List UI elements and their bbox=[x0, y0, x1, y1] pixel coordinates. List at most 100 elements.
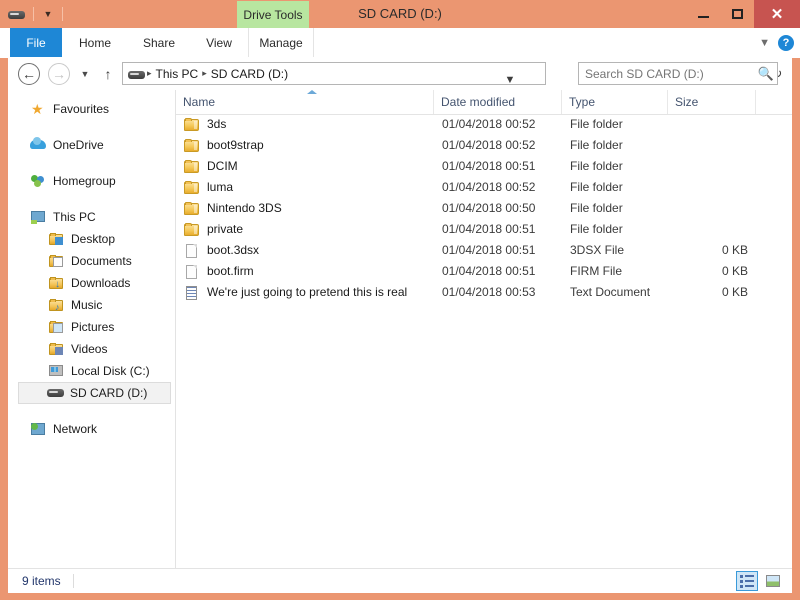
sidebar-item-label: OneDrive bbox=[53, 138, 104, 152]
network-icon bbox=[30, 421, 47, 437]
table-row[interactable]: boot.3dsx 01/04/2018 00:51 3DSX File 0 K… bbox=[176, 240, 792, 261]
table-row[interactable]: luma 01/04/2018 00:52 File folder bbox=[176, 177, 792, 198]
status-bar: 9 items bbox=[8, 568, 792, 593]
file-name-label: boot.firm bbox=[207, 261, 254, 282]
breadcrumb-item-sd-card[interactable]: SD CARD (D:) bbox=[208, 67, 291, 81]
close-button[interactable]: ✕ bbox=[754, 0, 800, 28]
file-type-cell: 3DSX File bbox=[570, 240, 624, 261]
minimize-button[interactable] bbox=[686, 0, 720, 28]
file-name-cell[interactable]: We're just going to pretend this is real bbox=[184, 282, 407, 303]
drive-icon bbox=[47, 385, 64, 401]
forward-button[interactable]: → bbox=[48, 63, 70, 85]
sidebar-item-label: Documents bbox=[71, 254, 132, 268]
file-name-cell[interactable]: boot9strap bbox=[184, 135, 264, 156]
file-name-cell[interactable]: private bbox=[184, 219, 243, 240]
tab-view[interactable]: View bbox=[190, 28, 248, 57]
computer-icon bbox=[30, 209, 47, 225]
sidebar-item-sd-card-d[interactable]: SD CARD (D:) bbox=[18, 382, 171, 404]
search-box[interactable]: 🔍 bbox=[578, 62, 778, 85]
tab-manage[interactable]: Manage bbox=[248, 28, 314, 57]
file-type-cell: Text Document bbox=[570, 282, 650, 303]
sidebar-item-label: Homegroup bbox=[53, 174, 116, 188]
large-icons-view-button[interactable] bbox=[762, 571, 784, 591]
sidebar-item-documents[interactable]: Documents bbox=[8, 250, 175, 272]
file-type-cell: File folder bbox=[570, 135, 623, 156]
cloud-icon bbox=[30, 137, 47, 153]
file-name-cell[interactable]: boot.3dsx bbox=[184, 240, 259, 261]
sidebar-item-label: This PC bbox=[53, 210, 96, 224]
sidebar-item-this-pc[interactable]: This PC bbox=[8, 206, 175, 228]
folder-music-icon: ♪ bbox=[48, 297, 65, 313]
sidebar-item-label: Desktop bbox=[71, 232, 115, 246]
sidebar-item-pictures[interactable]: Pictures bbox=[8, 316, 175, 338]
search-icon[interactable]: 🔍 bbox=[755, 66, 777, 82]
file-date-cell: 01/04/2018 00:52 bbox=[442, 135, 535, 156]
star-icon: ★ bbox=[30, 101, 47, 117]
tab-share[interactable]: Share bbox=[128, 28, 190, 57]
sidebar-item-label: Downloads bbox=[71, 276, 130, 290]
title-bar: ▼ SD CARD (D:) ✕ bbox=[0, 0, 800, 28]
breadcrumb[interactable]: ▸ This PC ▸ SD CARD (D:) ▼ bbox=[122, 62, 546, 85]
homegroup-icon bbox=[30, 173, 47, 189]
column-headers: Name Date modified Type Size bbox=[176, 90, 792, 115]
tab-home[interactable]: Home bbox=[62, 28, 128, 57]
table-row[interactable]: boot.firm 01/04/2018 00:51 FIRM File 0 K… bbox=[176, 261, 792, 282]
table-row[interactable]: private 01/04/2018 00:51 File folder bbox=[176, 219, 792, 240]
table-row[interactable]: boot9strap 01/04/2018 00:52 File folder bbox=[176, 135, 792, 156]
sidebar-item-network[interactable]: Network bbox=[8, 418, 175, 440]
generic-file-icon bbox=[184, 264, 200, 280]
sidebar-item-downloads[interactable]: ↓ Downloads bbox=[8, 272, 175, 294]
recent-locations-button[interactable]: ▼ bbox=[76, 63, 94, 85]
sidebar-item-videos[interactable]: Videos bbox=[8, 338, 175, 360]
column-header-size[interactable]: Size bbox=[668, 90, 756, 114]
file-date-cell: 01/04/2018 00:52 bbox=[442, 177, 535, 198]
sidebar-item-music[interactable]: ♪ Music bbox=[8, 294, 175, 316]
chevron-down-icon[interactable]: ▼ bbox=[759, 37, 770, 49]
status-divider bbox=[73, 574, 74, 588]
file-type-cell: File folder bbox=[570, 219, 623, 240]
explorer-window: ▼ SD CARD (D:) ✕ Drive Tools File Home S… bbox=[0, 0, 800, 600]
folder-desktop-icon bbox=[48, 231, 65, 247]
maximize-button[interactable] bbox=[720, 0, 754, 28]
table-row[interactable]: DCIM 01/04/2018 00:51 File folder bbox=[176, 156, 792, 177]
sidebar-item-favourites[interactable]: ★ Favourites bbox=[8, 98, 175, 120]
file-name-cell[interactable]: boot.firm bbox=[184, 261, 254, 282]
file-name-cell[interactable]: DCIM bbox=[184, 156, 238, 177]
search-input[interactable] bbox=[579, 66, 755, 82]
sidebar-item-homegroup[interactable]: Homegroup bbox=[8, 170, 175, 192]
file-date-cell: 01/04/2018 00:51 bbox=[442, 219, 535, 240]
file-size-cell bbox=[676, 198, 748, 219]
table-row[interactable]: 3ds 01/04/2018 00:52 File folder bbox=[176, 114, 792, 135]
sidebar-item-onedrive[interactable]: OneDrive bbox=[8, 134, 175, 156]
sidebar-item-local-disk-c[interactable]: Local Disk (C:) bbox=[8, 360, 175, 382]
details-view-button[interactable] bbox=[736, 571, 758, 591]
breadcrumb-item-this-pc[interactable]: This PC bbox=[153, 67, 202, 81]
file-size-cell bbox=[676, 135, 748, 156]
folder-icon bbox=[184, 201, 200, 217]
column-header-name[interactable]: Name bbox=[176, 90, 434, 114]
tab-file[interactable]: File bbox=[10, 28, 62, 57]
table-row[interactable]: Nintendo 3DS 01/04/2018 00:50 File folde… bbox=[176, 198, 792, 219]
spacer bbox=[8, 120, 175, 134]
back-button[interactable]: ← bbox=[18, 63, 40, 85]
file-name-cell[interactable]: 3ds bbox=[184, 114, 226, 135]
column-header-type[interactable]: Type bbox=[562, 90, 668, 114]
navigation-pane[interactable]: ★ Favourites OneDrive Homegroup This PC … bbox=[8, 90, 176, 568]
file-name-cell[interactable]: luma bbox=[184, 177, 233, 198]
up-button[interactable]: ↑ bbox=[98, 63, 118, 85]
hard-disk-icon bbox=[48, 363, 65, 379]
sidebar-item-label: Network bbox=[53, 422, 97, 436]
help-icon[interactable]: ? bbox=[778, 35, 794, 51]
file-name-cell[interactable]: Nintendo 3DS bbox=[184, 198, 282, 219]
chevron-down-icon[interactable]: ▼ bbox=[501, 68, 519, 91]
view-buttons bbox=[736, 571, 784, 591]
table-row[interactable]: We're just going to pretend this is real… bbox=[176, 282, 792, 303]
file-type-cell: File folder bbox=[570, 177, 623, 198]
file-date-cell: 01/04/2018 00:51 bbox=[442, 261, 535, 282]
folder-icon bbox=[184, 180, 200, 196]
file-date-cell: 01/04/2018 00:51 bbox=[442, 240, 535, 261]
file-list-pane[interactable]: Name Date modified Type Size 3ds 01/04/2… bbox=[176, 90, 792, 568]
folder-icon bbox=[184, 222, 200, 238]
sidebar-item-desktop[interactable]: Desktop bbox=[8, 228, 175, 250]
column-header-date-modified[interactable]: Date modified bbox=[434, 90, 562, 114]
